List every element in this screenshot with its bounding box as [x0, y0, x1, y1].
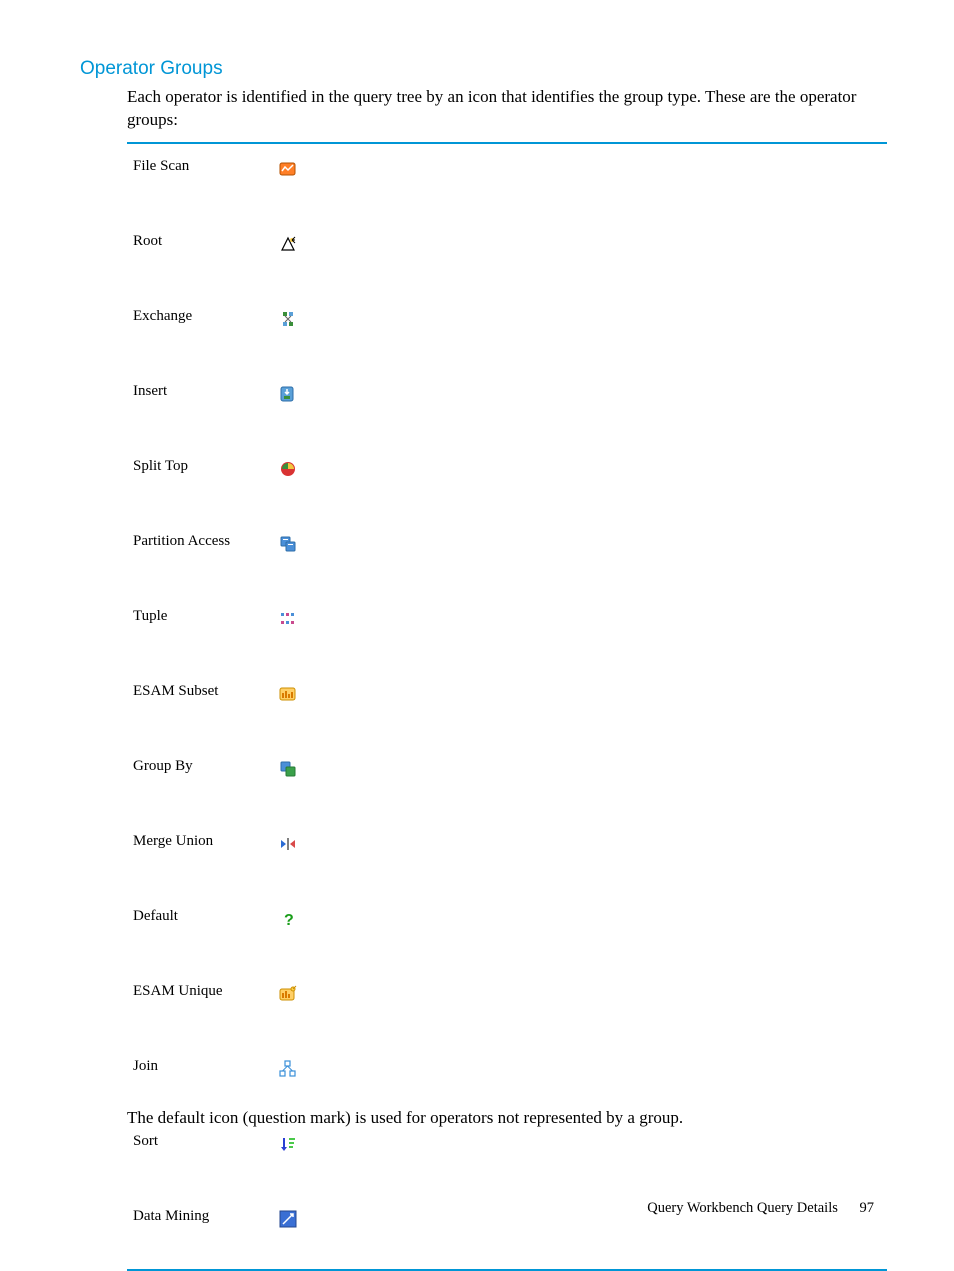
footnote-paragraph: The default icon (question mark) is used…: [127, 1108, 887, 1128]
group-label: Exchange: [127, 294, 279, 369]
esam-subset-icon: [279, 685, 297, 703]
sort-icon: [279, 1135, 297, 1153]
group-label: ESAM Unique: [127, 969, 279, 1044]
file-scan-icon: [279, 160, 297, 178]
table-row: ESAM Subset: [127, 669, 887, 744]
table-row: Tuple: [127, 594, 887, 669]
table-row: Partition Access: [127, 519, 887, 594]
group-label: ESAM Subset: [127, 669, 279, 744]
join-icon: [279, 1060, 297, 1078]
tuple-icon: [279, 610, 297, 628]
table-row: ESAM Unique: [127, 969, 887, 1044]
group-by-icon: [279, 760, 297, 778]
default-icon: ?: [279, 910, 297, 928]
table-row: Root: [127, 219, 887, 294]
group-label: Default: [127, 894, 279, 969]
table-row: Exchange: [127, 294, 887, 369]
intro-paragraph: Each operator is identified in the query…: [127, 86, 887, 132]
table-row: Sort: [127, 1119, 887, 1194]
section-heading: Operator Groups: [80, 58, 223, 80]
partition-access-icon: [279, 535, 297, 553]
group-label: Insert: [127, 369, 279, 444]
operator-groups-table: File Scan Root Exchange: [127, 142, 887, 1271]
insert-icon: [279, 385, 297, 403]
exchange-icon: [279, 310, 297, 328]
group-label: Tuple: [127, 594, 279, 669]
table-row: File Scan: [127, 144, 887, 219]
footer-page-number: 97: [860, 1200, 875, 1216]
group-label: Root: [127, 219, 279, 294]
group-label: Split Top: [127, 444, 279, 519]
group-label: Sort: [127, 1119, 279, 1194]
table-row: Insert: [127, 369, 887, 444]
footer-section: Query Workbench Query Details: [647, 1200, 838, 1216]
group-label: Group By: [127, 744, 279, 819]
table-row: Split Top: [127, 444, 887, 519]
group-label: Partition Access: [127, 519, 279, 594]
esam-unique-icon: [279, 985, 297, 1003]
table-row: Merge Union: [127, 819, 887, 894]
page-footer: Query Workbench Query Details 97: [0, 1200, 954, 1217]
group-label: Merge Union: [127, 819, 279, 894]
table-row: Group By: [127, 744, 887, 819]
split-top-icon: [279, 460, 297, 478]
merge-union-icon: [279, 835, 297, 853]
svg-text:?: ?: [284, 912, 294, 928]
group-label: File Scan: [127, 144, 279, 219]
root-icon: [279, 235, 297, 253]
table-row: Default ?: [127, 894, 887, 969]
